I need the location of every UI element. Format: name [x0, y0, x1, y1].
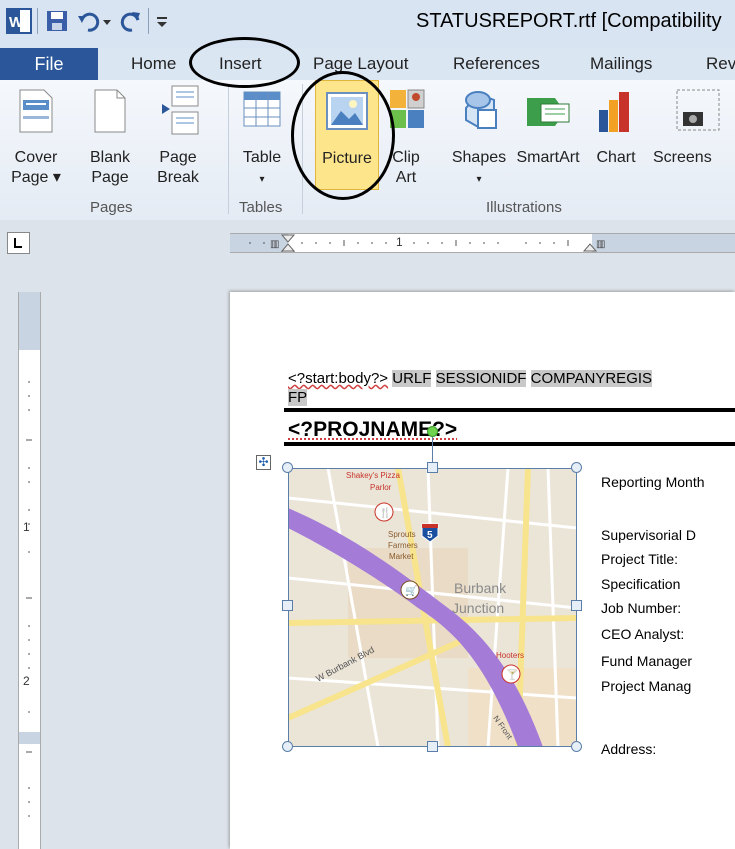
- vertical-ruler[interactable]: 1 2: [18, 292, 41, 849]
- title-bar: W STATUSREPORT.rtf [Compatibility: [0, 0, 735, 48]
- label-project-manager: Project Manag: [601, 678, 692, 694]
- svg-text:▥: ▥: [596, 239, 605, 250]
- page-break-label: Page Break: [157, 149, 199, 186]
- body-tag-line[interactable]: <?start:body?> URLF SESSIONIDF COMPANYRE…: [288, 370, 653, 387]
- group-label-illustrations: Illustrations: [486, 199, 562, 216]
- label-ceo-analyst: CEO Analyst:: [601, 626, 685, 642]
- resize-handle-ne[interactable]: [571, 462, 582, 473]
- tab-stop-selector[interactable]: [7, 232, 30, 254]
- customize-icon[interactable]: [154, 8, 170, 34]
- resize-handle-w[interactable]: [282, 600, 293, 611]
- screenshot-label: Screens: [653, 149, 712, 166]
- redo-icon[interactable]: [118, 8, 144, 34]
- chart-button[interactable]: Chart: [589, 80, 643, 198]
- label-project-title: Project Title:: [601, 551, 679, 567]
- cover-page-label: Cover Page ▾: [11, 149, 61, 186]
- field-fp: FP: [288, 389, 308, 406]
- svg-text:▥: ▥: [270, 239, 279, 250]
- horizontal-rule: [284, 442, 735, 446]
- blank-page-label: Blank Page: [89, 149, 131, 186]
- cover-page-icon: [19, 89, 53, 133]
- field-line-2[interactable]: FP: [288, 389, 308, 406]
- blank-page-button[interactable]: Blank Page: [85, 80, 135, 198]
- blank-page-icon: [94, 89, 126, 133]
- body-start-tag: <?start:body?>: [288, 370, 389, 387]
- label-job-number: Job Number:: [601, 600, 682, 616]
- screenshot-icon: [676, 89, 720, 131]
- resize-handle-nw[interactable]: [282, 462, 293, 473]
- page-break-icon: [162, 85, 199, 135]
- window-title: STATUSREPORT.rtf [Compatibility: [416, 10, 722, 32]
- save-icon[interactable]: [44, 8, 70, 34]
- table-move-handle-icon[interactable]: ✣: [256, 455, 271, 470]
- resize-handle-n[interactable]: [427, 462, 438, 473]
- rotate-handle[interactable]: [427, 426, 438, 437]
- shapes-label: Shapes ▾: [451, 149, 507, 185]
- vruler-mark-1: 1: [23, 520, 30, 534]
- label-supervisorial-district: Supervisorial D: [601, 527, 696, 543]
- screenshot-button[interactable]: Screens: [645, 80, 735, 198]
- group-separator: [228, 84, 229, 214]
- label-address: Address:: [601, 741, 657, 757]
- group-label-tables: Tables: [239, 199, 283, 216]
- qat-separator: [36, 8, 40, 34]
- table-label: Table ▾: [242, 149, 282, 185]
- ruler-mark-1: 1: [396, 235, 403, 249]
- smartart-button[interactable]: SmartArt: [513, 80, 583, 198]
- vruler-mark-2: 2: [23, 674, 30, 688]
- horizontal-ruler[interactable]: ▥ ▥ 1: [230, 233, 735, 253]
- horizontal-rule: [284, 408, 735, 412]
- qat-separator: [148, 8, 152, 34]
- resize-handle-se[interactable]: [571, 741, 582, 752]
- ruler-row: ▥ ▥ 1: [0, 220, 735, 270]
- ribbon-tab-bar: Home Insert Page Layout References Maili…: [0, 48, 735, 81]
- cover-page-button[interactable]: Cover Page ▾: [6, 80, 66, 198]
- tab-page-layout[interactable]: Page Layout: [313, 54, 408, 74]
- word-window: W STATUSREPORT.rtf [Compatibility Home I…: [0, 0, 735, 849]
- chart-label: Chart: [596, 149, 636, 166]
- undo-dropdown-icon[interactable]: [100, 8, 114, 34]
- tab-home[interactable]: Home: [131, 54, 176, 74]
- smartart-label: SmartArt: [516, 149, 580, 166]
- table-icon: [243, 91, 281, 127]
- table-button[interactable]: Table ▾: [234, 80, 290, 198]
- group-label-pages: Pages: [90, 199, 133, 216]
- smartart-icon: [527, 98, 570, 126]
- word-logo-icon[interactable]: W: [6, 8, 32, 34]
- label-specification: Specification: [601, 576, 681, 592]
- resize-handle-sw[interactable]: [282, 741, 293, 752]
- annotation-circle-picture: [291, 71, 395, 200]
- resize-handle-e[interactable]: [571, 600, 582, 611]
- field-companyregis: COMPANYREGIS: [530, 370, 653, 387]
- label-reporting-month: Reporting Month: [601, 474, 705, 490]
- chart-icon: [599, 92, 629, 132]
- tab-review[interactable]: Rev: [706, 54, 735, 74]
- field-sessionidf: SESSIONIDF: [435, 370, 527, 387]
- svg-text:W: W: [9, 14, 24, 31]
- undo-icon[interactable]: [76, 8, 102, 34]
- resize-handle-s[interactable]: [427, 741, 438, 752]
- page-break-button[interactable]: Page Break: [148, 80, 208, 198]
- tab-file[interactable]: File: [0, 48, 98, 81]
- label-fund-manager: Fund Manager: [601, 653, 693, 669]
- shapes-icon: [465, 91, 497, 130]
- annotation-circle-insert-tab: [189, 37, 300, 88]
- shapes-button[interactable]: Shapes ▾: [448, 80, 510, 198]
- field-urlf: URLF: [392, 370, 432, 387]
- tab-references[interactable]: References: [453, 54, 540, 74]
- tab-mailings[interactable]: Mailings: [590, 54, 652, 74]
- picture-selection-frame: [288, 468, 577, 747]
